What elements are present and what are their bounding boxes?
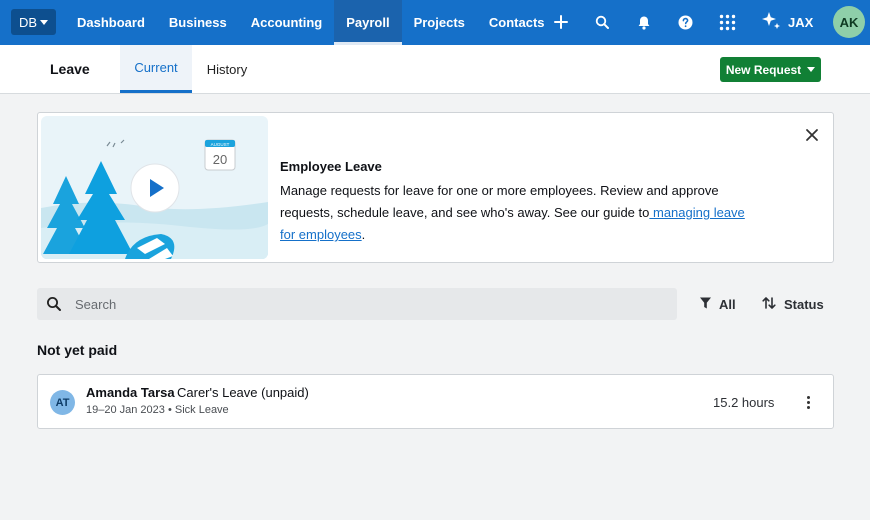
plus-icon[interactable] — [551, 12, 571, 32]
play-video-button[interactable] — [130, 163, 180, 213]
new-request-label: New Request — [725, 62, 802, 77]
sparkle-icon — [760, 10, 782, 35]
page-header: Leave Current History New Request — [0, 45, 870, 94]
org-label: DB — [18, 14, 38, 30]
nav-accounting[interactable]: Accounting — [239, 0, 335, 45]
more-options-icon[interactable] — [803, 393, 813, 411]
nav-business[interactable]: Business — [157, 0, 239, 45]
sort-status-button[interactable]: Status — [762, 296, 824, 312]
nav-contacts[interactable]: Contacts — [477, 0, 557, 45]
organisation-switcher[interactable]: DB — [11, 9, 56, 35]
calendar-month: AUGUST — [211, 142, 230, 147]
nav-dashboard[interactable]: Dashboard — [65, 0, 157, 45]
chevron-down-icon — [40, 20, 49, 25]
help-icon[interactable] — [675, 12, 695, 32]
page-title: Leave — [50, 61, 90, 77]
close-icon[interactable] — [804, 127, 820, 143]
leave-dates: 19–20 Jan 2023 • Sick Leave — [86, 404, 229, 416]
top-navigation-bar: DB Dashboard Business Accounting Payroll… — [0, 0, 870, 45]
search-input[interactable] — [75, 288, 665, 320]
new-request-button[interactable]: New Request — [720, 57, 821, 82]
search-icon — [46, 296, 62, 312]
chevron-down-icon — [807, 67, 816, 72]
leave-type: Carer's Leave (unpaid) — [177, 385, 309, 400]
banner-title: Employee Leave — [280, 159, 382, 174]
main-nav-links: Dashboard Business Accounting Payroll Pr… — [65, 0, 557, 45]
nav-payroll[interactable]: Payroll — [334, 0, 402, 45]
leave-request-row[interactable]: AT Amanda Tarsa Carer's Leave (unpaid) 1… — [37, 374, 834, 429]
search-icon[interactable] — [592, 12, 612, 32]
employee-leave-banner: AUGUST 20 Employee Leave Manage requests… — [37, 112, 834, 263]
tab-history[interactable]: History — [196, 45, 258, 93]
jax-label: JAX — [788, 14, 814, 30]
sort-status-label: Status — [784, 296, 824, 312]
filter-all-label: All — [719, 296, 736, 312]
banner-description: Manage requests for leave for one or mor… — [280, 180, 760, 246]
sort-icon — [762, 296, 776, 312]
nav-projects[interactable]: Projects — [402, 0, 477, 45]
leave-video-illustration: AUGUST 20 — [41, 116, 268, 259]
search-bar — [37, 288, 677, 320]
bell-icon[interactable] — [634, 12, 654, 32]
calendar-day: 20 — [213, 152, 227, 167]
section-title: Not yet paid — [37, 342, 118, 358]
jax-assistant-button[interactable]: JAX — [760, 11, 813, 33]
filter-all-button[interactable]: All — [700, 296, 736, 312]
filter-icon — [700, 297, 711, 312]
employee-avatar: AT — [50, 390, 75, 415]
banner-body-end: . — [361, 227, 366, 242]
apps-grid-icon[interactable] — [717, 12, 737, 32]
leave-hours: 15.2 hours — [713, 395, 775, 410]
employee-name: Amanda Tarsa — [86, 385, 175, 400]
user-avatar[interactable]: AK — [833, 6, 865, 38]
tab-current[interactable]: Current — [120, 45, 192, 93]
calendar-icon: AUGUST 20 — [204, 139, 236, 171]
